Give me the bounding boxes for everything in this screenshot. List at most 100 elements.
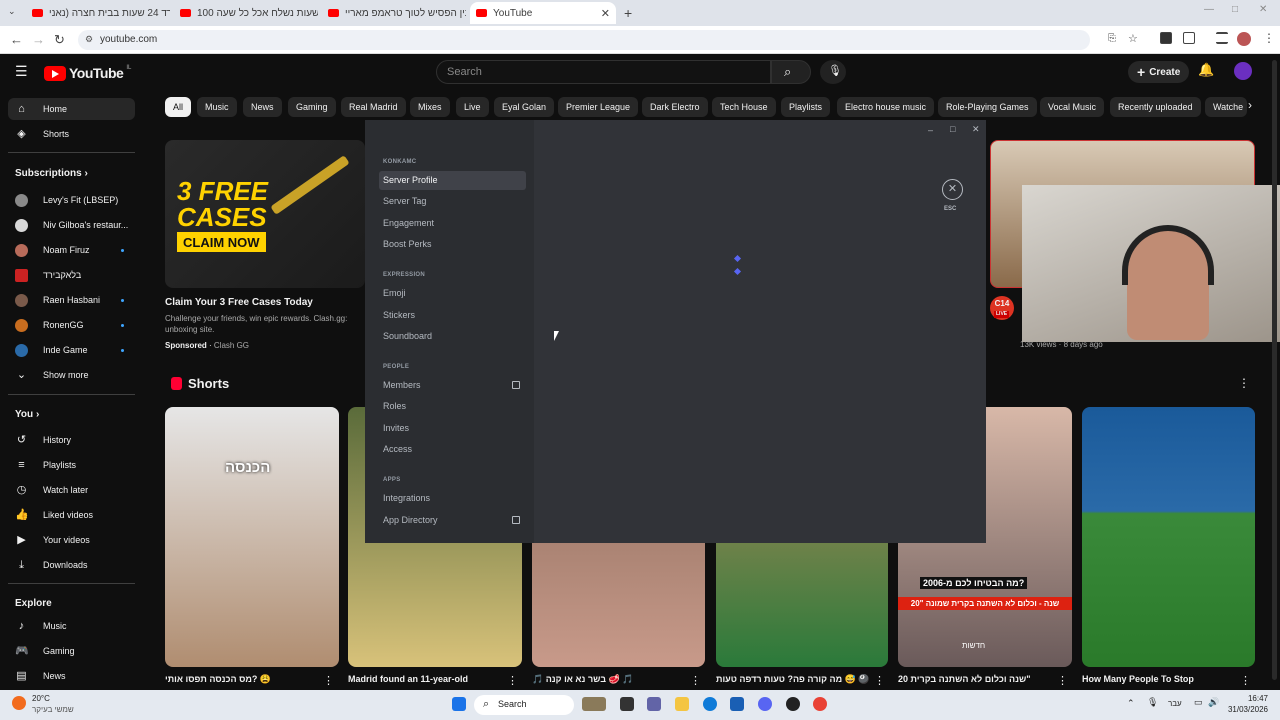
settings-item-engagement[interactable]: Engagement — [379, 214, 526, 233]
chip[interactable]: Eyal Golan — [494, 97, 555, 117]
browser-menu-icon[interactable]: ⋮ — [1263, 31, 1275, 45]
tray-chevron-icon[interactable]: ⌃ — [1127, 698, 1135, 709]
sidebar-item-music[interactable]: ♪ Music — [8, 615, 135, 637]
volume-icon[interactable]: 🔊 — [1208, 697, 1219, 708]
voice-search-button[interactable]: 🎙 — [820, 60, 846, 84]
hamburger-menu-icon[interactable]: ☰ — [15, 63, 28, 80]
short-more-icon[interactable]: ⋮ — [1240, 674, 1251, 687]
weather-icon[interactable] — [12, 696, 26, 710]
store-icon[interactable] — [730, 697, 744, 711]
microphone-tray-icon[interactable]: 🎙 — [1147, 697, 1158, 708]
reload-icon[interactable]: ↻ — [54, 32, 65, 48]
sidebar-item-liked-videos[interactable]: 👍 Liked videos — [8, 504, 135, 526]
short-title[interactable]: מס הכנסה תפסו אותי? 😩 — [165, 674, 325, 685]
settings-item-boost-perks[interactable]: Boost Perks — [379, 235, 526, 254]
chip[interactable]: Music — [197, 97, 237, 117]
settings-item-invites[interactable]: Invites — [379, 419, 526, 438]
taskbar-search[interactable]: ⌕ Search — [474, 695, 574, 715]
chip[interactable]: Electro house music — [837, 97, 935, 117]
back-icon[interactable]: ← — [10, 32, 23, 47]
window-minimize-icon[interactable]: – — [928, 125, 933, 135]
chip[interactable]: Dark Electro — [642, 97, 708, 117]
create-button[interactable]: + Create — [1128, 61, 1190, 83]
short-more-icon[interactable]: ⋮ — [690, 674, 701, 687]
settings-item-access[interactable]: Access — [379, 440, 526, 459]
edge-icon[interactable] — [703, 697, 717, 711]
browser-tab-2[interactable]: 100 שעות נשלח אכל כל שעה ...✕ — [174, 2, 318, 24]
youtube-logo[interactable]: YouTube IL — [44, 65, 131, 81]
settings-item-server-tag[interactable]: Server Tag — [379, 192, 526, 211]
minimize-icon[interactable]: — — [1204, 4, 1214, 15]
chip[interactable]: News — [243, 97, 282, 117]
teams-icon[interactable] — [647, 697, 661, 711]
sidebar-sub-item[interactable]: בלאקבירד — [8, 264, 135, 286]
sidebar-item-shorts[interactable]: ◈ Shorts — [8, 123, 135, 145]
sidebar-item-gaming[interactable]: 🎮 Gaming — [8, 640, 135, 662]
ad-banner[interactable]: 3 FREE CASES CLAIM NOW — [165, 140, 365, 288]
notifications-bell-icon[interactable]: 🔔 — [1198, 62, 1214, 78]
sidebar-sub-item[interactable]: Niv Gilboa's restaur... — [8, 214, 135, 236]
short-title[interactable]: מה קורה פה? טעות רדפה טעות 😅 🎱 — [716, 674, 876, 685]
clock-time[interactable]: 16:47 — [1222, 694, 1268, 703]
sidebar-sub-item[interactable]: Noam Firuz — [8, 239, 135, 261]
short-title[interactable]: 🎵 בשר נא או קנה 🥩 🎵 — [532, 674, 692, 685]
short-more-icon[interactable]: ⋮ — [874, 674, 885, 687]
clock-date[interactable]: 31/03/2026 — [1222, 705, 1268, 714]
sidebar-sub-item[interactable]: Inde Game — [8, 339, 135, 361]
chip[interactable]: Real Madrid — [341, 97, 406, 117]
close-window-icon[interactable]: ✕ — [1259, 4, 1267, 15]
settings-item-integrations[interactable]: Integrations — [379, 489, 526, 508]
sidebar-sub-item[interactable]: Levy's Fit (LBSEP) — [8, 189, 135, 211]
shorts-more-options-icon[interactable]: ⋮ — [1238, 376, 1250, 390]
sidebar-item-watch-later[interactable]: ◷ Watch later — [8, 479, 135, 501]
sidebar-item-downloads[interactable]: ⤓ Downloads — [8, 554, 135, 576]
browser-tab-3[interactable]: בין הפסיש לטוך טראמפ מאריי✕ — [322, 2, 466, 24]
extensions-puzzle-icon[interactable] — [1183, 32, 1195, 44]
chip[interactable]: Vocal Music — [1040, 97, 1105, 117]
short-title[interactable]: Madrid found an 11-year-old — [348, 674, 508, 684]
chip[interactable]: Mixes — [410, 97, 450, 117]
forward-icon[interactable]: → — [32, 32, 45, 47]
settings-item-server-profile[interactable]: Server Profile — [379, 171, 526, 190]
tab-list-chevron-icon[interactable]: ⌄ — [8, 6, 16, 17]
show-more-button[interactable]: ⌄ Show more — [8, 364, 135, 386]
short-title[interactable]: How Many People To Stop — [1082, 674, 1242, 684]
browser-tab-1[interactable]: שורד 24 שעות בבית חצרה (נאני!✕ — [26, 2, 170, 24]
ad-title[interactable]: Claim Your 3 Free Cases Today — [165, 297, 313, 308]
profile-avatar[interactable] — [1237, 32, 1251, 46]
search-input[interactable]: Search — [436, 60, 771, 84]
window-maximize-icon[interactable]: □ — [950, 124, 955, 134]
file-explorer-icon[interactable] — [675, 697, 689, 711]
short-more-icon[interactable]: ⋮ — [323, 674, 334, 687]
settings-item-app-directory[interactable]: App Directory — [379, 511, 526, 530]
chip[interactable]: Recently uploaded — [1110, 97, 1201, 117]
browser-tab-4[interactable]: YouTube ✕ — [470, 2, 616, 24]
chip[interactable]: Watche — [1205, 97, 1247, 117]
sidebar-sub-item[interactable]: Raen Hasbani — [8, 289, 135, 311]
chrome-icon[interactable] — [813, 697, 827, 711]
short-more-icon[interactable]: ⋮ — [1057, 674, 1068, 687]
close-settings-button[interactable]: ✕ — [942, 179, 963, 200]
account-avatar[interactable] — [1234, 62, 1252, 80]
app-icon[interactable] — [786, 697, 800, 711]
settings-item-emoji[interactable]: Emoji — [379, 284, 526, 303]
extension-icon[interactable] — [1160, 32, 1172, 44]
discord-icon[interactable] — [758, 697, 772, 711]
live-channel-avatar[interactable]: C14 LIVE — [990, 296, 1014, 320]
bookmark-star-icon[interactable]: ☆ — [1128, 32, 1138, 45]
widgets-icon[interactable] — [582, 697, 606, 711]
sidebar-item-history[interactable]: ↺ History — [8, 429, 135, 451]
language-indicator[interactable]: עבר — [1168, 699, 1182, 708]
short-thumbnail[interactable]: הכנסה — [165, 407, 339, 667]
chip[interactable]: Role-Playing Games — [938, 97, 1037, 117]
close-tab-icon[interactable]: ✕ — [601, 7, 610, 20]
site-info-icon[interactable]: ⚙ — [85, 34, 93, 45]
sidebar-item-news[interactable]: ▤ News — [8, 665, 135, 687]
chip[interactable]: Gaming — [288, 97, 336, 117]
sidebar-item-playlists[interactable]: ≡ Playlists — [8, 454, 135, 476]
settings-item-stickers[interactable]: Stickers — [379, 306, 526, 325]
sidebar-subscriptions-heading[interactable]: Subscriptions › — [15, 168, 88, 179]
maximize-icon[interactable]: □ — [1232, 4, 1238, 15]
page-scrollbar[interactable] — [1272, 60, 1277, 680]
sidebar-item-your-videos[interactable]: ▶ Your videos — [8, 529, 135, 551]
